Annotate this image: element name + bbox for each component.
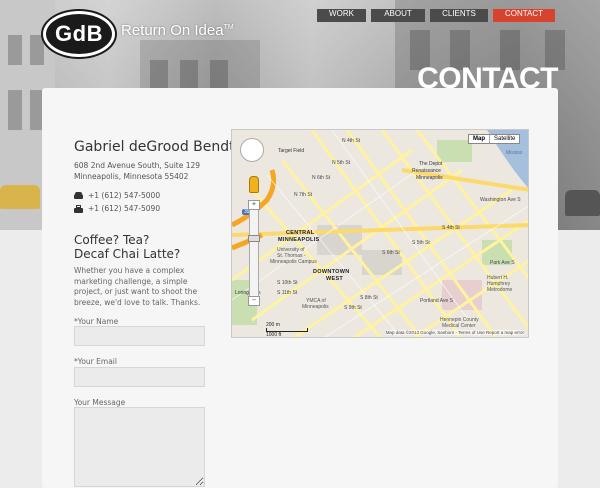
fax-number: +1 (612) 547-5090 [88,204,161,213]
map-label-s-10th: S 10th St [277,280,298,286]
map-pan-control[interactable] [240,138,264,162]
name-label: *Your Name [74,317,119,326]
message-label: Your Message [74,398,126,407]
map-scale: 200 m 1000 ft [266,322,308,338]
map-label-s-5th: S 5th St [412,240,430,246]
map-label-portland-ave: Portland Ave S [420,298,453,304]
logo-text: GdB [55,21,103,46]
location-map[interactable]: Target Field N 4th St N 5th St N 6th St … [231,129,529,338]
building-window [150,60,168,90]
street-view-pegman-icon[interactable] [249,176,259,193]
map-label-s-4th: S 4th St [442,225,460,231]
main-nav: WORK ABOUT CLIENTS CONTACT [317,9,555,22]
taxi-cab [0,185,40,209]
nav-contact[interactable]: CONTACT [493,9,555,22]
building-window [180,60,198,90]
map-label-n-6th: N 6th St [312,175,331,181]
message-field[interactable] [74,407,205,487]
email-label: *Your Email [74,357,117,366]
form-heading: Coffee? Tea? Decaf Chai Latte? [74,233,180,261]
map-label-central: CENTRAL [286,230,315,236]
map-label-ust-3: Minneapolis Campus [270,259,317,265]
email-field[interactable] [74,367,205,387]
map-label-n-7th: N 7th St [294,192,313,198]
form-intro: Whether you have a complex marketing cha… [74,266,201,307]
nav-about[interactable]: ABOUT [371,9,425,22]
map-label-depot: The Depot [419,161,443,167]
park [437,140,472,162]
zoom-slider-thumb[interactable] [248,235,260,242]
company-name: Gabriel deGrood Bendt [74,139,235,155]
tagline: Return On IdeaTM [121,22,234,39]
building-window [30,35,44,65]
map-type-control: Map Satellite [468,134,521,144]
map-type-map-button[interactable]: Map [469,135,490,143]
map-label-minneapolis-district: MINNEAPOLIS [278,237,320,243]
map-label-park-ave: Park Ave S [490,260,515,266]
zoom-in-button[interactable]: + [248,200,260,210]
scale-imperial: 1000 ft [266,332,282,338]
map-zoom-slider[interactable]: + − [248,200,260,306]
trademark: TM [223,24,234,31]
name-field[interactable] [74,326,205,346]
map-label-minneapolis: Minneapolis [416,175,443,181]
building-window [8,90,22,130]
form-heading-line1: Coffee? Tea? [74,233,150,247]
address-line1: 608 2nd Avenue South, Suite 129 [74,161,201,170]
map-label-mississippi: Mississ [506,150,523,156]
map-label-n-4th: N 4th St [342,138,361,144]
map-label-hospital-3: Metrodome [487,287,513,293]
map-attribution[interactable]: Map data ©2013 Google, Sanborn - Terms o… [385,330,524,335]
phone-icon [74,191,83,200]
map-label-west: WEST [326,276,344,282]
tagline-text: Return On Idea [121,22,224,39]
map-label-s-6th: S 6th St [382,250,400,256]
map-label-s-11th: S 11th St [277,290,298,296]
building-window [210,60,228,90]
car-right [565,190,600,216]
zoom-out-button[interactable]: − [248,296,260,306]
logo[interactable]: GdB [43,11,115,57]
page-title: CONTACT [417,62,558,95]
map-label-s-9th: S 9th St [344,305,362,311]
map-type-satellite-button[interactable]: Satellite [490,135,519,143]
map-label-hcmc-2: Medical Center [442,323,476,329]
nav-work[interactable]: WORK [317,9,366,22]
phone-number[interactable]: +1 (612) 547-5000 [88,191,160,200]
fax-icon [74,204,83,213]
map-label-renaissance: Renaissance [412,168,441,174]
map-label-downtown: DOWNTOWN [313,269,350,275]
phone-row: +1 (612) 547-5000 [74,191,160,200]
nav-clients[interactable]: CLIENTS [430,9,488,22]
map-label-washington: Washington Ave S [480,197,521,203]
map-label-target-field: Target Field [278,148,305,154]
fax-row: +1 (612) 547-5090 [74,204,160,213]
building-window [8,35,22,65]
address: 608 2nd Avenue South, Suite 129 Minneapo… [74,160,200,182]
address-line2: Minneapolis, Minnesota 55402 [74,172,189,181]
map-canvas [232,130,528,337]
map-label-n-5th: N 5th St [332,160,351,166]
map-label-s-8th: S 8th St [360,295,378,301]
form-heading-line2: Decaf Chai Latte? [74,247,181,261]
map-label-ymca-2: Minneapolis [302,304,329,310]
